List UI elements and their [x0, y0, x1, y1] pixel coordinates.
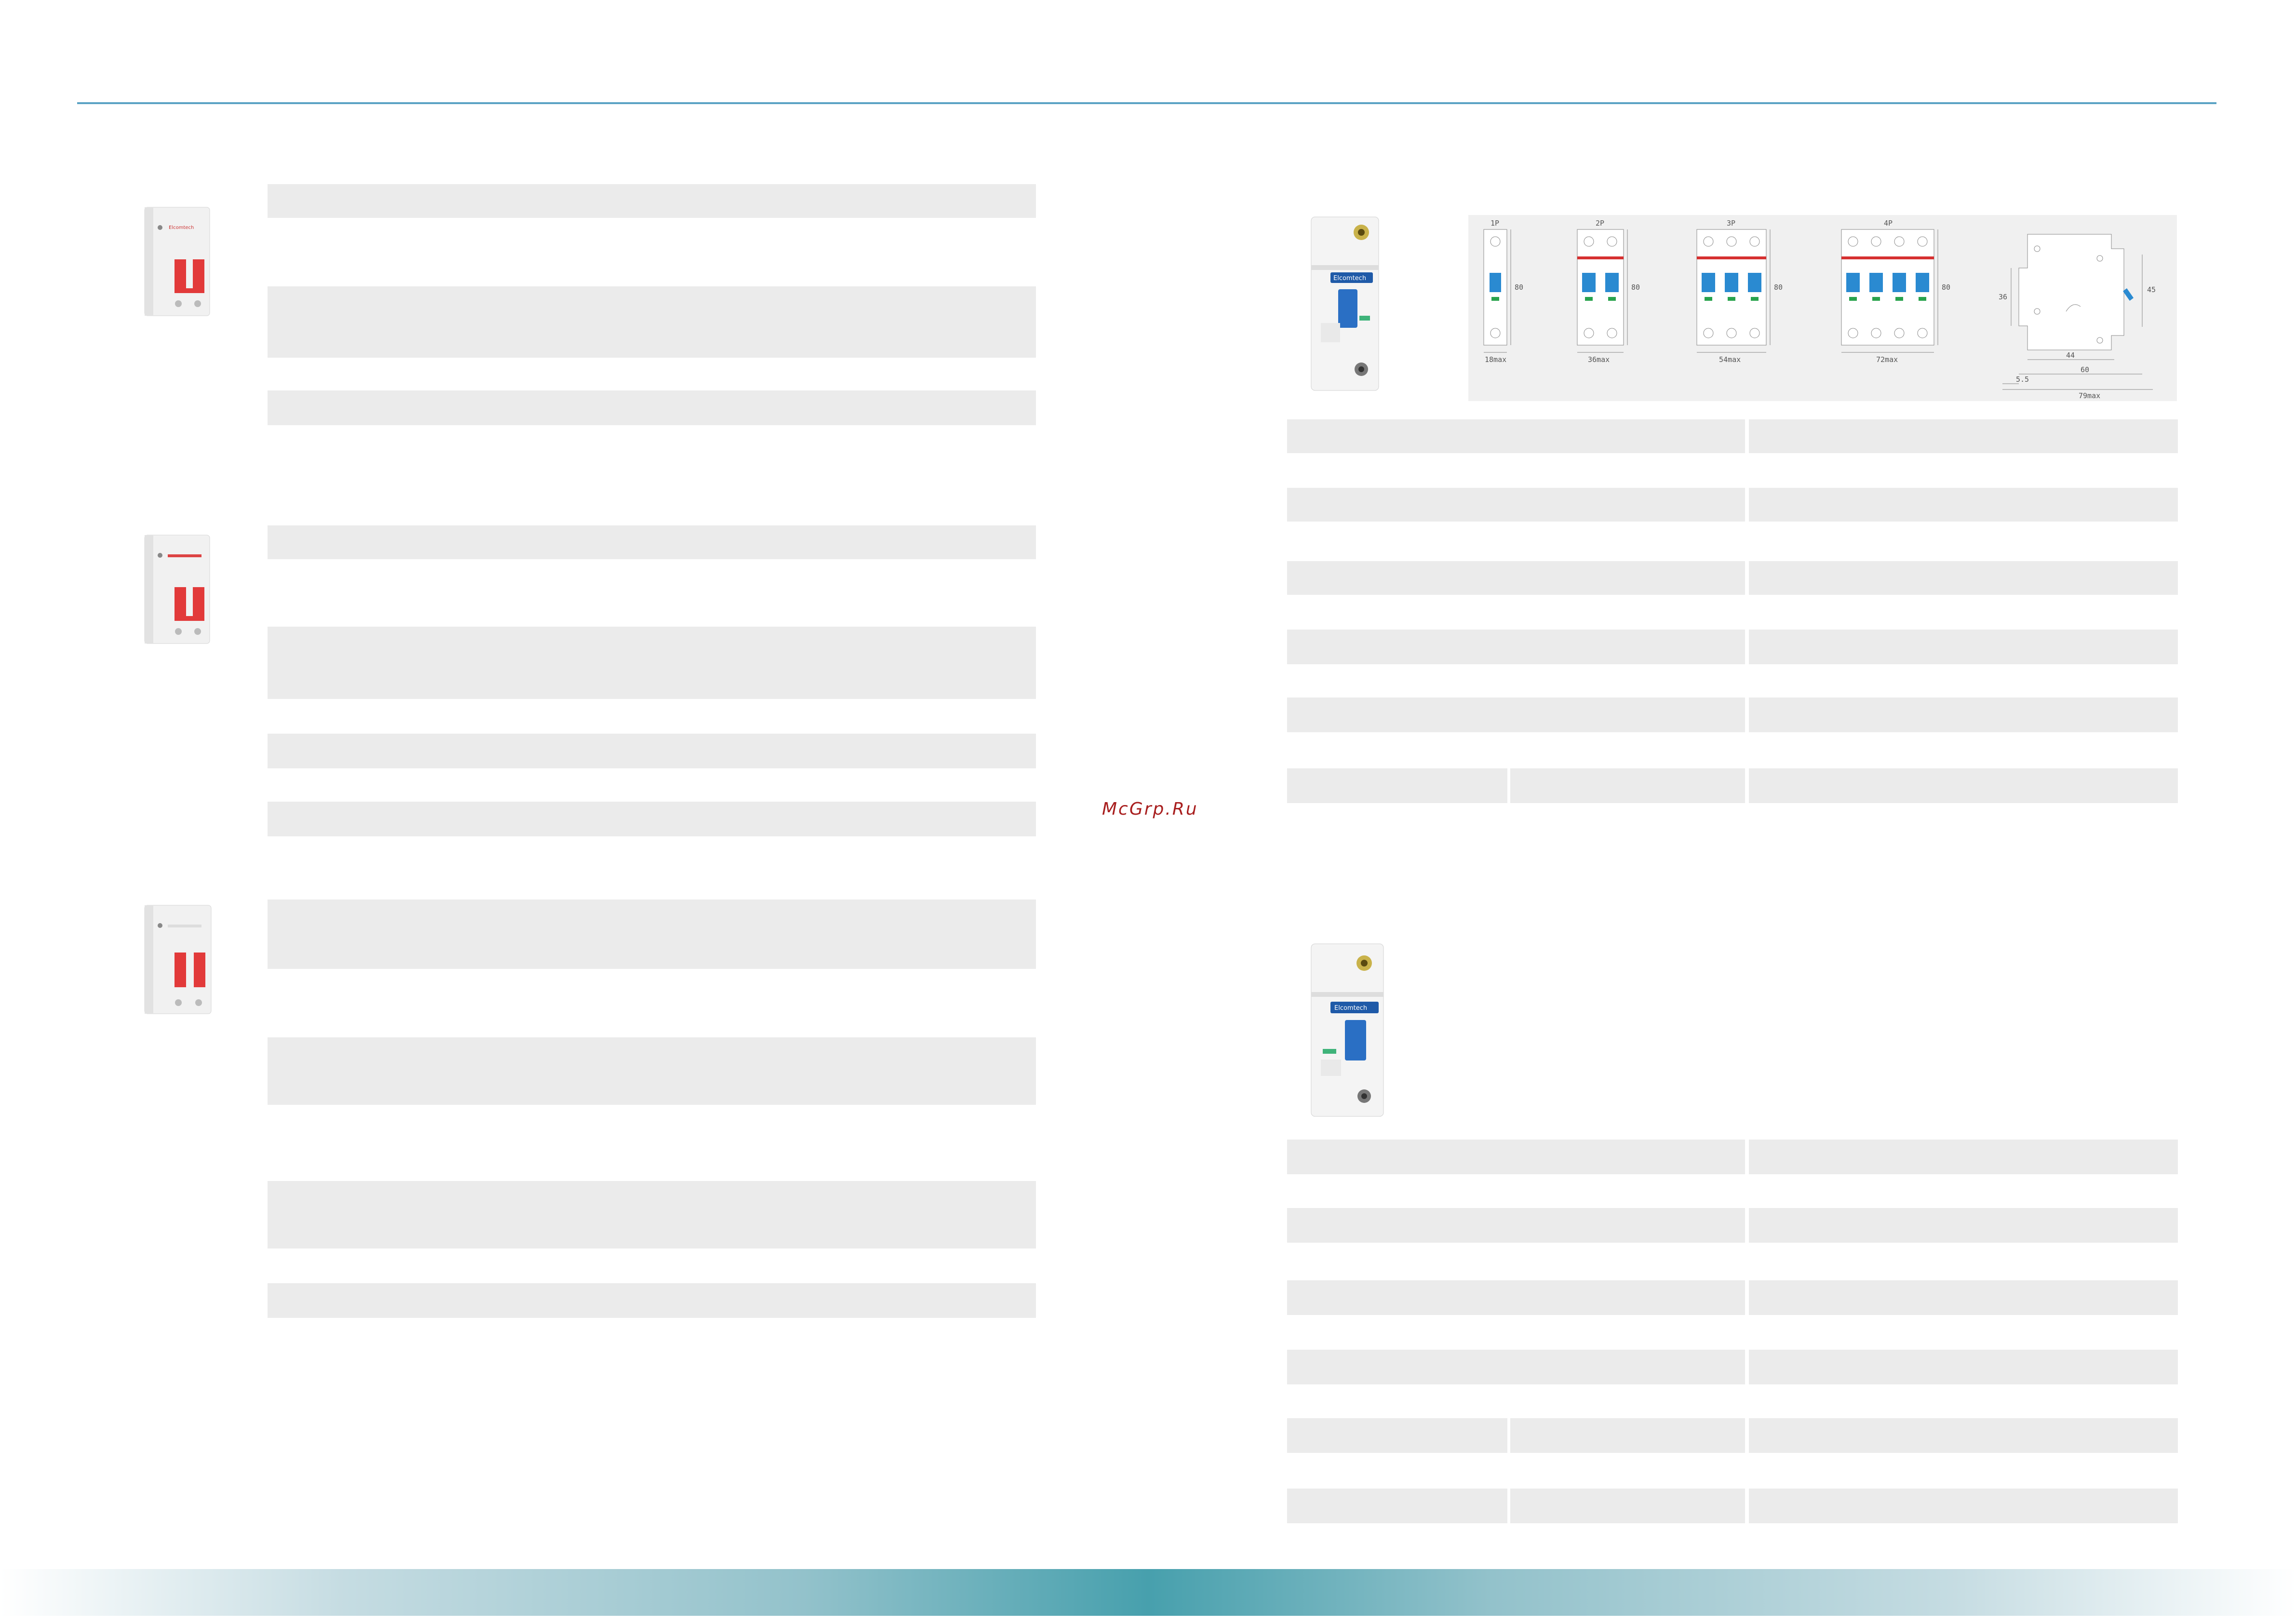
- diagram-3p: 3P 54max 80: [1696, 219, 1783, 364]
- blue-breaker-image-2: Elcomtech: [1311, 943, 1384, 1117]
- spec-row: [268, 184, 1036, 218]
- diagram-4p: 4P 72max 80: [1841, 219, 1950, 364]
- footer-strip: [0, 1616, 2296, 1624]
- dim-36: 36: [1999, 293, 2007, 301]
- table-cell: [1287, 1280, 1745, 1315]
- dim-44: 44: [2066, 351, 2075, 360]
- red-breaker-image-3: [144, 905, 212, 1014]
- spec-row: [268, 1181, 1036, 1248]
- pole-label-3p: 3P: [1727, 219, 1735, 228]
- spec-row: [268, 286, 1036, 358]
- spec-row: [268, 1283, 1036, 1318]
- table-cell: [1749, 630, 2178, 664]
- table-cell: [1510, 768, 1745, 803]
- table-cell: [1749, 1418, 2178, 1453]
- table-cell: [1287, 768, 1507, 803]
- dim-60: 60: [2081, 365, 2089, 374]
- height-label-2p: 80: [1631, 283, 1640, 292]
- svg-text:Elcomtech: Elcomtech: [169, 225, 194, 230]
- spec-row: [268, 627, 1036, 699]
- spec-row: [268, 734, 1036, 768]
- spec-row: [268, 390, 1036, 425]
- pole-label-4p: 4P: [1884, 219, 1893, 228]
- table-cell: [1287, 698, 1745, 732]
- table-cell: [1287, 1208, 1745, 1243]
- table-cell: [1510, 1418, 1745, 1453]
- table-cell: [1287, 1489, 1507, 1523]
- table-cell: [1287, 1418, 1507, 1453]
- diagram-1p: 1P 18max 80: [1483, 219, 1523, 364]
- table-cell: [1287, 561, 1745, 595]
- red-breaker-image-2: [144, 535, 210, 644]
- width-label-1p: 18max: [1485, 355, 1506, 364]
- table-cell: [1287, 488, 1745, 522]
- table-cell: [1749, 1208, 2178, 1243]
- dim-5-5: 5.5: [2016, 375, 2029, 384]
- table-cell: [1749, 419, 2178, 453]
- height-label-1p: 80: [1515, 283, 1523, 292]
- table-cell: [1749, 1140, 2178, 1174]
- width-label-3p: 54max: [1719, 355, 1741, 364]
- table-cell: [1287, 1140, 1745, 1174]
- table-cell: [1749, 1280, 2178, 1315]
- table-cell: [1749, 1350, 2178, 1384]
- spec-row: [268, 802, 1036, 836]
- table-cell: [1749, 1489, 2178, 1523]
- table-cell: [1749, 488, 2178, 522]
- table-cell: [1510, 1489, 1745, 1523]
- width-label-4p: 72max: [1876, 355, 1898, 364]
- diagram-2p: 2P 36max 80: [1577, 219, 1640, 364]
- blue-breaker-image-1: Elcomtech: [1311, 216, 1379, 391]
- height-label-3p: 80: [1774, 283, 1783, 292]
- watermark-text: McGrp.Ru: [1102, 799, 1198, 819]
- brand-label: Elcomtech: [1334, 1005, 1367, 1012]
- table-cell: [1749, 561, 2178, 595]
- table-cell: [1287, 1350, 1745, 1384]
- dim-45: 45: [2147, 285, 2156, 294]
- dimensions-diagram: 1P 18max 80 2P 36max 80 3P 54max 80 4P 7…: [1468, 215, 2177, 401]
- diagram-side-profile: 36 45 44 60 79max 5.5: [1999, 234, 2156, 400]
- spec-row: [268, 899, 1036, 969]
- table-cell: [1749, 768, 2178, 803]
- width-label-2p: 36max: [1588, 355, 1610, 364]
- red-breaker-image-1: Elcomtech: [144, 207, 210, 316]
- table-cell: [1749, 698, 2178, 732]
- spec-row: [268, 1037, 1036, 1105]
- height-label-4p: 80: [1942, 283, 1950, 292]
- spec-row: [268, 525, 1036, 559]
- brand-label: Elcomtech: [1333, 275, 1366, 282]
- header-divider: [77, 102, 2216, 104]
- pole-label-2p: 2P: [1596, 219, 1604, 228]
- dim-79max: 79max: [2079, 391, 2100, 400]
- table-cell: [1287, 419, 1745, 453]
- pole-label-1p: 1P: [1490, 219, 1499, 228]
- table-cell: [1287, 630, 1745, 664]
